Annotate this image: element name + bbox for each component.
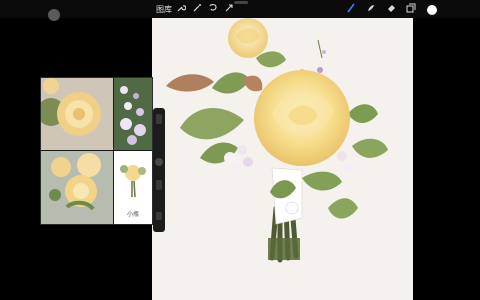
brush-opacity-slider[interactable] [156, 180, 162, 190]
gallery-button[interactable]: 图库 [156, 4, 172, 15]
reference-photo-rose [41, 78, 113, 150]
transform-icon[interactable] [224, 3, 234, 13]
brush-size-slider[interactable] [156, 114, 162, 124]
magic-wand-icon[interactable] [192, 3, 202, 13]
eraser-icon[interactable] [386, 3, 396, 13]
brush-icon[interactable] [346, 3, 356, 13]
reference-photo-bouquet [41, 151, 113, 224]
undo-button[interactable] [156, 212, 162, 220]
selection-icon[interactable] [208, 3, 218, 13]
reference-panel[interactable]: 小瓶 [40, 77, 153, 225]
bouquet-illustration [166, 18, 388, 263]
brush-sidebar [153, 108, 165, 232]
reference-photo-small-bouquet: 小瓶 [114, 151, 152, 224]
multitask-handle[interactable] [234, 1, 248, 4]
drawing-canvas[interactable] [152, 18, 413, 300]
reference-photo-berries [114, 78, 152, 150]
color-picker-button[interactable] [427, 5, 437, 15]
wrench-icon[interactable] [176, 3, 186, 13]
layers-icon[interactable] [406, 3, 416, 13]
reference-caption: 小瓶 [126, 212, 139, 218]
window-handle[interactable] [48, 9, 60, 21]
eyedropper-button[interactable] [155, 158, 163, 166]
smudge-icon[interactable] [366, 3, 376, 13]
